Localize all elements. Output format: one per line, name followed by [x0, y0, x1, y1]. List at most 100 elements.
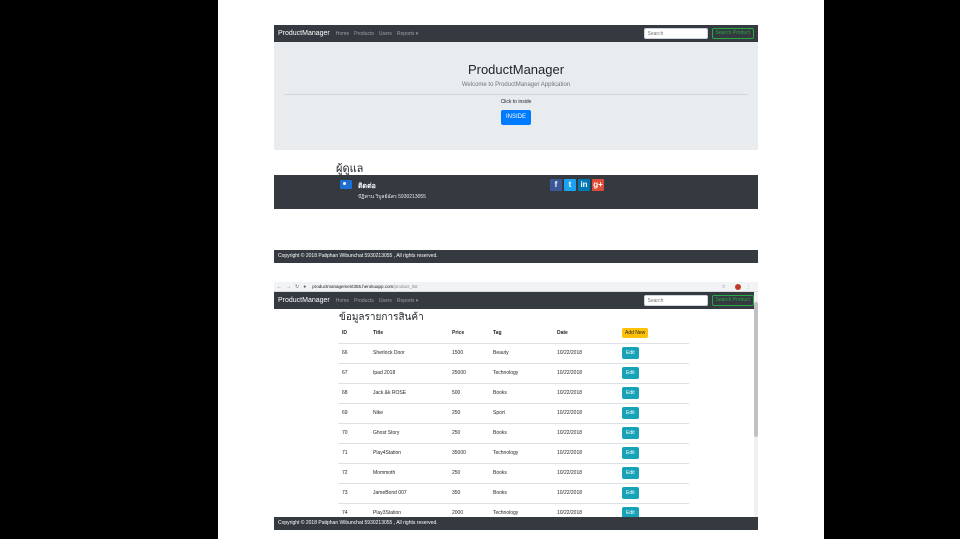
jumbotron-title: ProductManager: [467, 62, 565, 77]
edit-button[interactable]: Edit: [622, 387, 639, 399]
cell-id: 72: [338, 462, 369, 483]
divider: [284, 94, 748, 95]
edit-button[interactable]: Edit: [622, 347, 639, 359]
cell-tag: Sport: [489, 402, 553, 423]
table-row: 72 Mommoth 250 Books 10/22/2018 Edit: [338, 462, 689, 483]
search-product-button[interactable]: Search Product: [711, 295, 754, 306]
edit-button[interactable]: Edit: [622, 487, 639, 499]
table-row: 66 Sherlock Door 1500 Beauty 10/22/2018 Edit: [338, 342, 689, 363]
contact-section: ติดต่อ ปัฏิพาน วิบูลย์ฉัตร 5930213055 f …: [274, 175, 758, 209]
cell-actions: Edit: [618, 382, 689, 403]
lock-icon: ●: [303, 283, 307, 290]
contact-card-icon: [340, 180, 352, 189]
cell-tag: Books: [489, 462, 553, 483]
search-input[interactable]: [643, 295, 708, 306]
cell-title: Ipad 2018: [369, 362, 448, 383]
inside-button[interactable]: INSIDE: [501, 110, 531, 125]
cell-date: 10/22/2018: [553, 482, 618, 503]
search-product-button[interactable]: Search Product: [711, 28, 754, 39]
cell-title: Ghost Story: [369, 422, 448, 443]
edit-button[interactable]: Edit: [622, 447, 639, 459]
edit-button[interactable]: Edit: [622, 427, 639, 439]
cell-tag: Books: [489, 482, 553, 503]
facebook-icon[interactable]: f: [550, 179, 562, 191]
nav-link-users[interactable]: Users: [379, 298, 392, 304]
cell-actions: Edit: [618, 482, 689, 503]
cell-date: 10/22/2018: [553, 462, 618, 483]
google-plus-icon[interactable]: g+: [592, 179, 604, 191]
brand-link[interactable]: ProductManager: [278, 30, 330, 37]
back-icon[interactable]: ←: [277, 284, 282, 290]
column-header-title: Title: [369, 323, 448, 344]
scrollbar[interactable]: [754, 292, 758, 517]
cell-price: 35000: [448, 442, 489, 463]
url-path: /product_list: [393, 284, 418, 289]
cell-id: 67: [338, 362, 369, 383]
column-header-id: ID: [338, 323, 369, 344]
reload-icon[interactable]: ↻: [295, 284, 299, 290]
table-row: 68 Jack &k ROSE 500 Books 10/22/2018 Edit: [338, 382, 689, 403]
cell-tag: Technology: [489, 442, 553, 463]
column-header-date: Date: [553, 323, 618, 344]
footer: Copyright © 2018 Patiphan Wibunchat 5930…: [274, 517, 758, 530]
address-bar[interactable]: productmanagement355.herokuapp.com/produ…: [312, 284, 417, 289]
edit-button[interactable]: Edit: [622, 467, 639, 479]
cell-actions: Edit: [618, 462, 689, 483]
add-new-button[interactable]: Add New: [622, 327, 649, 338]
table-header-row: ID Title Price Tag Date Add New: [338, 323, 689, 344]
cell-date: 10/22/2018: [553, 442, 618, 463]
product-rows: 66 Sherlock Door 1500 Beauty 10/22/2018 Edit 6…: [338, 342, 689, 517]
nav-link-reports[interactable]: Reports ▾: [397, 298, 418, 304]
nav-link-products[interactable]: Products: [354, 298, 374, 304]
cell-price: 500: [448, 382, 489, 403]
nav-link-home[interactable]: Home: [336, 31, 349, 37]
presentation-slide: ProductManager Home Products Users Repor…: [218, 0, 824, 539]
cell-title: Sherlock Door: [369, 342, 448, 363]
cell-date: 10/22/2018: [553, 502, 618, 517]
browser-actions: ☆ ⋮: [722, 283, 755, 290]
cell-id: 74: [338, 502, 369, 517]
cell-title: JameBond 007: [369, 482, 448, 503]
cell-price: 25000: [448, 362, 489, 383]
cell-title: Play4Station: [369, 442, 448, 463]
browser-toolbar: ← → ↻ ● productmanagement355.herokuapp.c…: [274, 282, 758, 292]
cell-title: Mommoth: [369, 462, 448, 483]
cell-title: Jack &k ROSE: [369, 382, 448, 403]
cell-date: 10/22/2018: [553, 402, 618, 423]
search-input[interactable]: [643, 28, 708, 39]
column-header-actions: Add New: [618, 323, 689, 344]
cell-tag: Books: [489, 422, 553, 443]
cell-title: Nike: [369, 402, 448, 423]
contact-name: ปัฏิพาน วิบูลย์ฉัตร 5930213055: [358, 194, 426, 200]
nav-link-users[interactable]: Users: [379, 31, 392, 37]
cell-tag: Technology: [489, 502, 553, 517]
linkedin-icon[interactable]: in: [578, 179, 590, 191]
edit-button[interactable]: Edit: [622, 367, 639, 379]
nav-link-home[interactable]: Home: [336, 298, 349, 304]
cell-price: 1500: [448, 342, 489, 363]
column-header-price: Price: [448, 323, 489, 344]
scrollbar-thumb[interactable]: [754, 302, 758, 437]
product-page-navbar: ProductManager Home Products Users Repor…: [274, 292, 758, 309]
cell-date: 10/22/2018: [553, 422, 618, 443]
brand-link[interactable]: ProductManager: [278, 297, 330, 304]
edit-button[interactable]: Edit: [622, 407, 639, 419]
edit-button[interactable]: Edit: [622, 507, 639, 517]
profile-avatar[interactable]: [735, 283, 741, 290]
cell-actions: Edit: [618, 442, 689, 463]
forward-icon[interactable]: →: [286, 284, 291, 290]
cell-id: 68: [338, 382, 369, 403]
twitter-icon[interactable]: t: [564, 179, 576, 191]
top-navbar: ProductManager Home Products Users Repor…: [274, 25, 758, 42]
star-icon[interactable]: ☆: [722, 284, 726, 290]
nav-link-products[interactable]: Products: [354, 31, 374, 37]
nav-link-reports[interactable]: Reports ▾: [397, 31, 418, 37]
menu-icon[interactable]: ⋮: [746, 284, 751, 290]
url-host: productmanagement355.herokuapp.com: [312, 284, 394, 289]
cell-id: 71: [338, 442, 369, 463]
jumbotron-subtitle: Welcome to ProductManager Application: [461, 82, 571, 88]
table-row: 73 JameBond 007 350 Books 10/22/2018 Edit: [338, 482, 689, 503]
table-row: 74 Play3Station 2000 Technology 10/22/2018 Ed…: [338, 502, 689, 517]
click-to-inside-text: Click to inside: [500, 99, 532, 105]
column-header-tag: Tag: [489, 323, 553, 344]
